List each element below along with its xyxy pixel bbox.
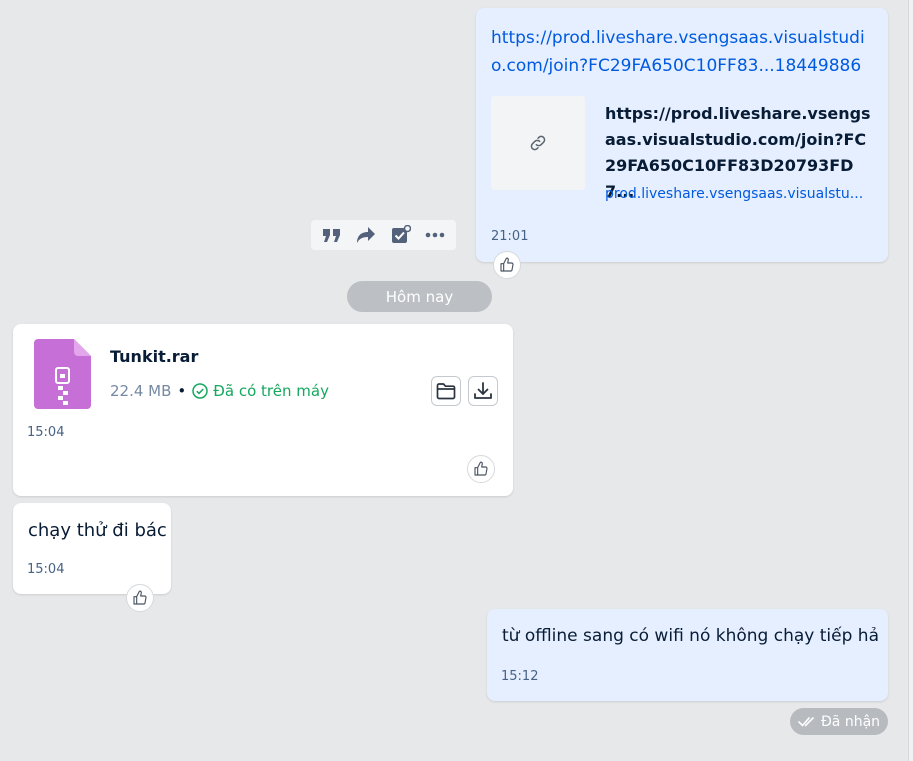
double-check-icon: [798, 717, 814, 727]
thumbs-up-icon: [500, 257, 514, 272]
file-size: 22.4 MB: [110, 382, 172, 400]
file-meta: 22.4 MB • Đã có trên máy: [110, 382, 329, 400]
create-task-button[interactable]: [387, 221, 415, 249]
link-preview-thumbnail[interactable]: [491, 96, 585, 190]
text-message-bubble[interactable]: chạy thử đi bác 15:04: [13, 503, 171, 594]
message-time: 21:01: [491, 229, 529, 244]
check-circle-icon: [192, 383, 209, 399]
message-time: 15:04: [27, 562, 65, 577]
download-button[interactable]: [468, 376, 498, 406]
reaction-like-button[interactable]: [493, 251, 521, 279]
task-icon: [391, 225, 411, 243]
forward-button[interactable]: [352, 221, 380, 249]
file-name[interactable]: Tunkit.rar: [110, 347, 198, 366]
message-time: 15:12: [501, 669, 539, 684]
message-time: 15:04: [27, 425, 65, 440]
link-preview-domain[interactable]: prod.liveshare.vsengsaas.visualstu...: [605, 186, 873, 202]
link-icon: [530, 135, 546, 151]
reaction-like-button[interactable]: [467, 455, 495, 483]
archive-file-icon: [34, 339, 91, 413]
text-message-bubble[interactable]: từ offline sang có wifi nó không chạy ti…: [487, 609, 888, 701]
download-icon: [474, 382, 492, 399]
file-status: Đã có trên máy: [192, 382, 329, 400]
file-status-label: Đã có trên máy: [213, 382, 329, 400]
date-separator: Hôm nay: [347, 281, 492, 312]
open-folder-button[interactable]: [431, 376, 461, 406]
meta-separator: •: [177, 382, 187, 400]
thumbs-up-icon: [133, 590, 147, 605]
file-message-bubble[interactable]: Tunkit.rar 22.4 MB • Đã có trên máy 15:0…: [13, 324, 513, 496]
message-text[interactable]: chạy thử đi bác: [28, 520, 167, 541]
folder-icon: [436, 383, 456, 400]
more-icon: [425, 232, 445, 238]
delivery-status-label: Đã nhận: [820, 713, 881, 730]
delivery-status-badge: Đã nhận: [790, 708, 888, 735]
more-button[interactable]: [421, 221, 449, 249]
message-actions-toolbar: [311, 220, 456, 250]
scrollbar-edge[interactable]: [908, 0, 913, 761]
link-message-bubble[interactable]: https://prod.liveshare.vsengsaas.visuals…: [476, 8, 888, 262]
quote-button[interactable]: [318, 221, 346, 249]
quote-icon: [323, 229, 341, 242]
reaction-like-button[interactable]: [126, 584, 154, 612]
thumbs-up-icon: [474, 461, 488, 476]
forward-icon: [357, 227, 376, 243]
link-url[interactable]: https://prod.liveshare.vsengsaas.visuals…: [491, 24, 866, 80]
message-text[interactable]: từ offline sang có wifi nó không chạy ti…: [502, 626, 879, 646]
